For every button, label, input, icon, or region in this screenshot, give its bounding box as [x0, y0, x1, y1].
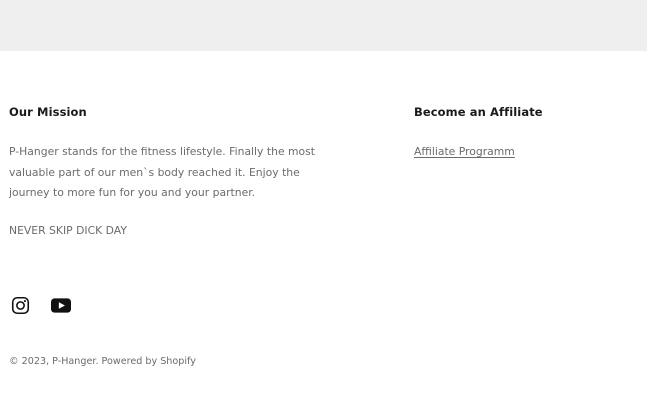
- copyright-prefix: © 2023,: [9, 356, 53, 367]
- copyright-line: © 2023, P-Hanger. Powered by Shopify: [9, 354, 196, 370]
- mission-heading: Our Mission: [9, 105, 87, 119]
- powered-by-shopify-link[interactable]: Powered by Shopify: [102, 356, 196, 367]
- brand-link[interactable]: P-Hanger: [52, 356, 95, 367]
- affiliate-program-link[interactable]: Affiliate Programm: [414, 143, 515, 161]
- mission-tagline: NEVER SKIP DICK DAY: [9, 223, 127, 237]
- mission-text: P-Hanger stands for the fitness lifestyl…: [9, 145, 316, 199]
- mission-section: Our Mission P-Hanger stands for the fitn…: [9, 103, 339, 240]
- affiliate-section: Become an Affiliate Affiliate Programm: [414, 103, 634, 161]
- top-banner-area: [0, 0, 647, 51]
- instagram-icon: [11, 296, 29, 314]
- affiliate-heading: Become an Affiliate: [414, 105, 543, 119]
- social-links: [10, 295, 71, 315]
- youtube-icon: [51, 297, 71, 313]
- footer-page: Our Mission P-Hanger stands for the fitn…: [0, 0, 647, 418]
- instagram-link[interactable]: [10, 295, 30, 315]
- youtube-link[interactable]: [51, 295, 71, 315]
